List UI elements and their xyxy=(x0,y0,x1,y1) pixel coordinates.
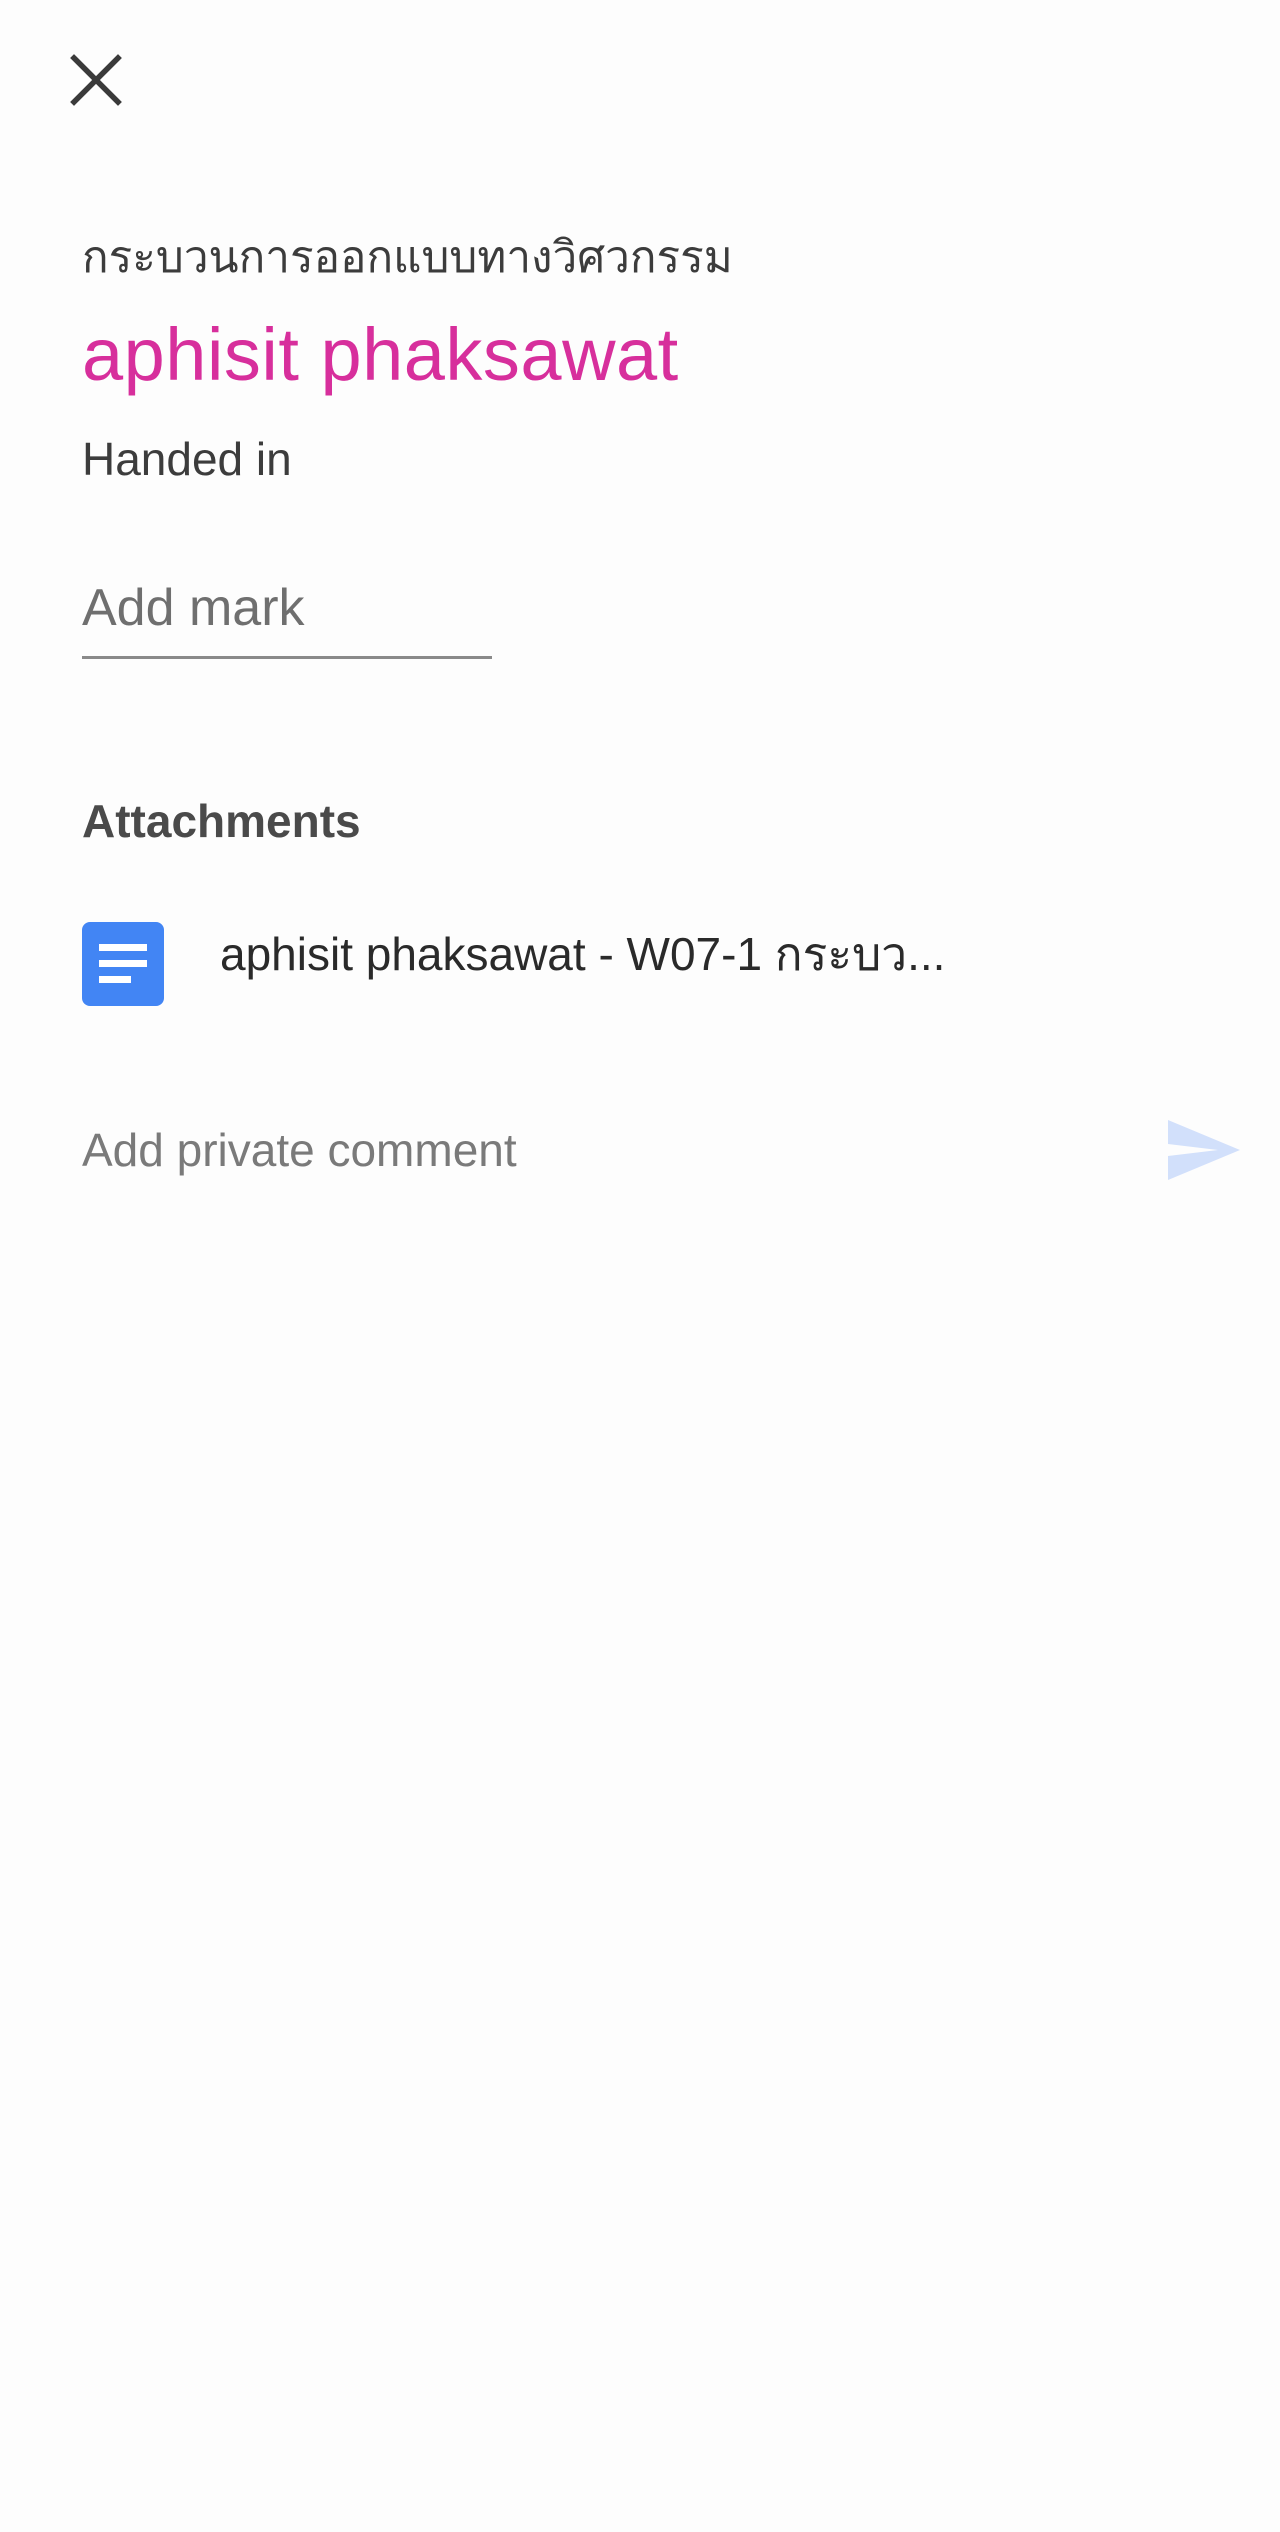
close-icon xyxy=(70,54,122,106)
close-button[interactable] xyxy=(56,40,136,120)
class-name: กระบวนการออกแบบทางวิศวกรรม xyxy=(82,233,733,282)
private-comment-input[interactable] xyxy=(82,1110,1082,1190)
add-mark-field[interactable] xyxy=(82,560,492,659)
attachment-item[interactable]: aphisit phaksawat - W07-1 กระบว... xyxy=(82,900,1202,1040)
attachment-title: aphisit phaksawat - W07-1 กระบว... xyxy=(220,928,946,980)
send-icon xyxy=(1168,1120,1240,1180)
attachments-heading: Attachments xyxy=(82,795,361,847)
send-comment-button[interactable] xyxy=(1162,1108,1246,1192)
google-docs-icon xyxy=(82,922,164,1006)
private-comment-row xyxy=(82,1110,1242,1190)
student-name: aphisit phaksawat xyxy=(82,313,679,396)
submission-status: Handed in xyxy=(82,433,292,485)
